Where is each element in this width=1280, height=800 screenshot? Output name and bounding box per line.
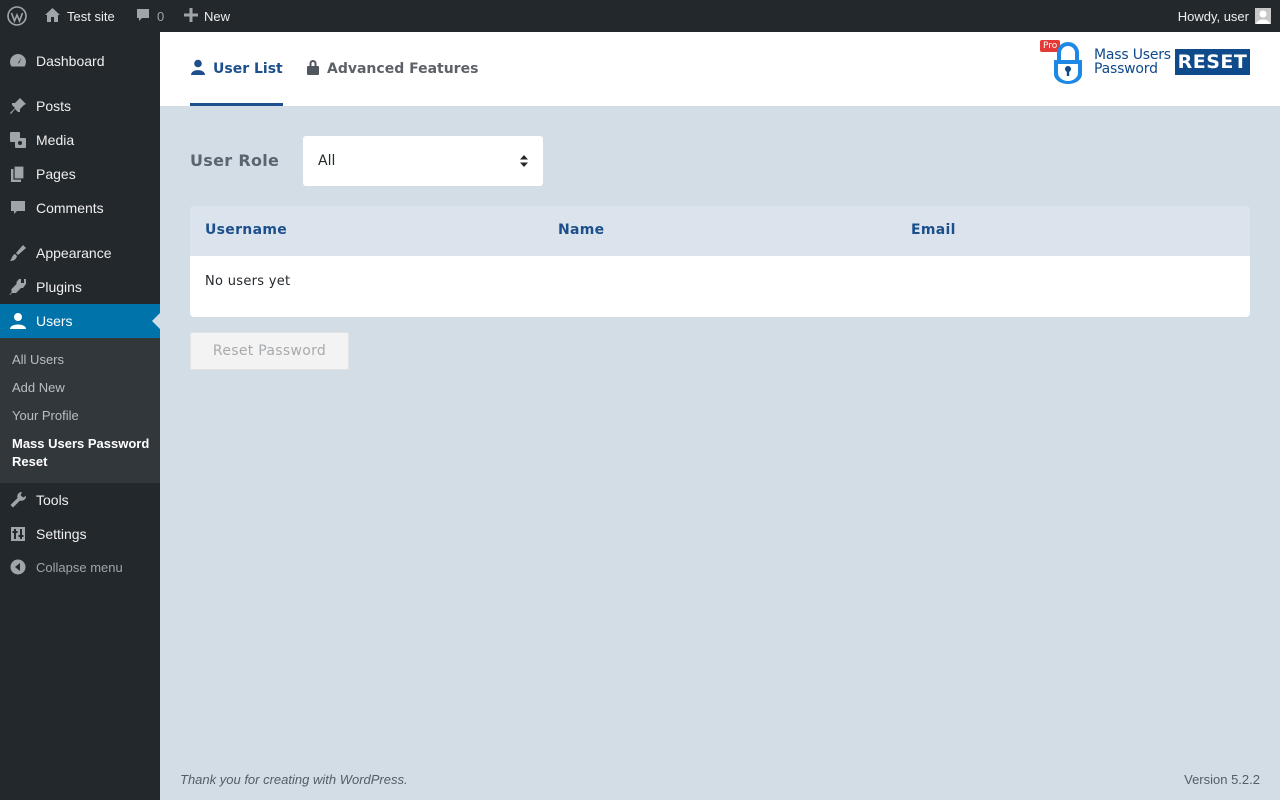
sidebar-item-media[interactable]: Media — [0, 123, 160, 157]
pin-icon — [0, 97, 36, 115]
plugin-logo: Pro Mass Users Password RESET — [1040, 40, 1260, 100]
footer-version: Version 5.2.2 — [1184, 772, 1260, 787]
selected-role: All — [318, 153, 336, 169]
sidebar-item-appearance[interactable]: Appearance — [0, 236, 160, 270]
sidebar-item-plugins[interactable]: Plugins — [0, 270, 160, 304]
brush-icon — [0, 244, 36, 262]
sidebar-item-settings[interactable]: Settings — [0, 517, 160, 551]
sidebar-item-label: Settings — [36, 526, 87, 542]
padlock-icon — [1050, 42, 1086, 91]
sidebar-item-dashboard[interactable]: Dashboard — [0, 44, 160, 78]
active-indicator — [152, 313, 160, 329]
empty-table-message: No users yet — [205, 274, 291, 289]
home-icon — [44, 7, 61, 26]
sidebar-item-tools[interactable]: Tools — [0, 483, 160, 517]
plugin-header: User List Advanced Features Pro Mass Use… — [160, 32, 1280, 106]
collapse-menu-button[interactable]: Collapse menu — [0, 550, 160, 584]
admin-bar: Test site 0 New Howdy, user — [0, 0, 1280, 32]
logo-line-1: Mass Users — [1094, 47, 1171, 63]
new-content-link[interactable]: New — [184, 0, 230, 32]
user-icon — [190, 59, 206, 79]
submenu-all-users[interactable]: All Users — [12, 351, 64, 369]
sidebar-item-label: Plugins — [36, 279, 82, 295]
wordpress-logo-icon[interactable] — [7, 0, 27, 32]
plus-icon — [184, 7, 198, 25]
logo-text: Mass Users Password — [1094, 48, 1171, 76]
tab-label: Advanced Features — [327, 61, 479, 77]
comments-link[interactable]: 0 — [135, 0, 164, 32]
collapse-label: Collapse menu — [36, 559, 123, 575]
account-menu[interactable]: Howdy, user — [1178, 0, 1271, 32]
site-name: Test site — [67, 8, 115, 24]
sidebar-item-label: Tools — [36, 492, 69, 508]
user-role-select[interactable]: All — [303, 136, 543, 186]
sidebar-item-label: Pages — [36, 166, 76, 182]
column-email[interactable]: Email — [911, 222, 956, 238]
avatar — [1255, 8, 1271, 24]
sidebar-item-label: Dashboard — [36, 53, 105, 69]
wrench-icon — [0, 491, 36, 509]
tab-advanced-features[interactable]: Advanced Features — [306, 32, 478, 106]
comment-icon — [135, 7, 151, 26]
tab-label: User List — [213, 61, 283, 77]
pages-icon — [0, 165, 36, 183]
greeting: Howdy, user — [1177, 8, 1249, 24]
column-username[interactable]: Username — [205, 222, 287, 238]
dashboard-icon — [0, 52, 36, 70]
sidebar-item-pages[interactable]: Pages — [0, 157, 160, 191]
logo-line-2: Password — [1094, 61, 1158, 77]
footer-thanks: Thank you for creating with WordPress. — [180, 772, 408, 787]
sidebar-item-posts[interactable]: Posts — [0, 89, 160, 123]
submenu-mass-users-password-reset[interactable]: Mass Users Password Reset — [12, 435, 157, 471]
plugin-icon — [0, 278, 36, 296]
tab-user-list[interactable]: User List — [190, 32, 283, 106]
lock-icon — [306, 59, 320, 79]
admin-sidebar: Dashboard Posts Media Pages Comments App… — [0, 32, 160, 800]
sidebar-item-label: Appearance — [36, 245, 112, 261]
sidebar-item-comments[interactable]: Comments — [0, 191, 160, 225]
settings-icon — [0, 525, 36, 543]
comments-count: 0 — [157, 8, 165, 24]
table-header: Username Name Email — [190, 206, 1250, 256]
sidebar-item-label: Users — [36, 313, 73, 329]
submenu-your-profile[interactable]: Your Profile — [12, 407, 79, 425]
sidebar-item-users[interactable]: Users — [0, 304, 160, 338]
users-table: Username Name Email No users yet — [190, 206, 1250, 317]
media-icon — [0, 131, 36, 149]
collapse-icon — [0, 559, 36, 575]
select-arrows-icon — [519, 154, 529, 172]
submenu-add-new[interactable]: Add New — [12, 379, 65, 397]
logo-reset-box: RESET — [1175, 49, 1250, 75]
site-name-link[interactable]: Test site — [44, 0, 115, 32]
sidebar-item-label: Media — [36, 132, 75, 148]
new-label: New — [204, 8, 231, 24]
user-role-label: User Role — [190, 151, 280, 170]
sidebar-item-label: Posts — [36, 98, 72, 114]
users-submenu: All Users Add New Your Profile Mass User… — [0, 338, 160, 483]
sidebar-item-label: Comments — [36, 200, 104, 216]
column-name[interactable]: Name — [558, 222, 604, 238]
user-icon — [0, 312, 36, 330]
comment-icon — [0, 199, 36, 217]
reset-password-button[interactable]: Reset Password — [190, 332, 349, 370]
